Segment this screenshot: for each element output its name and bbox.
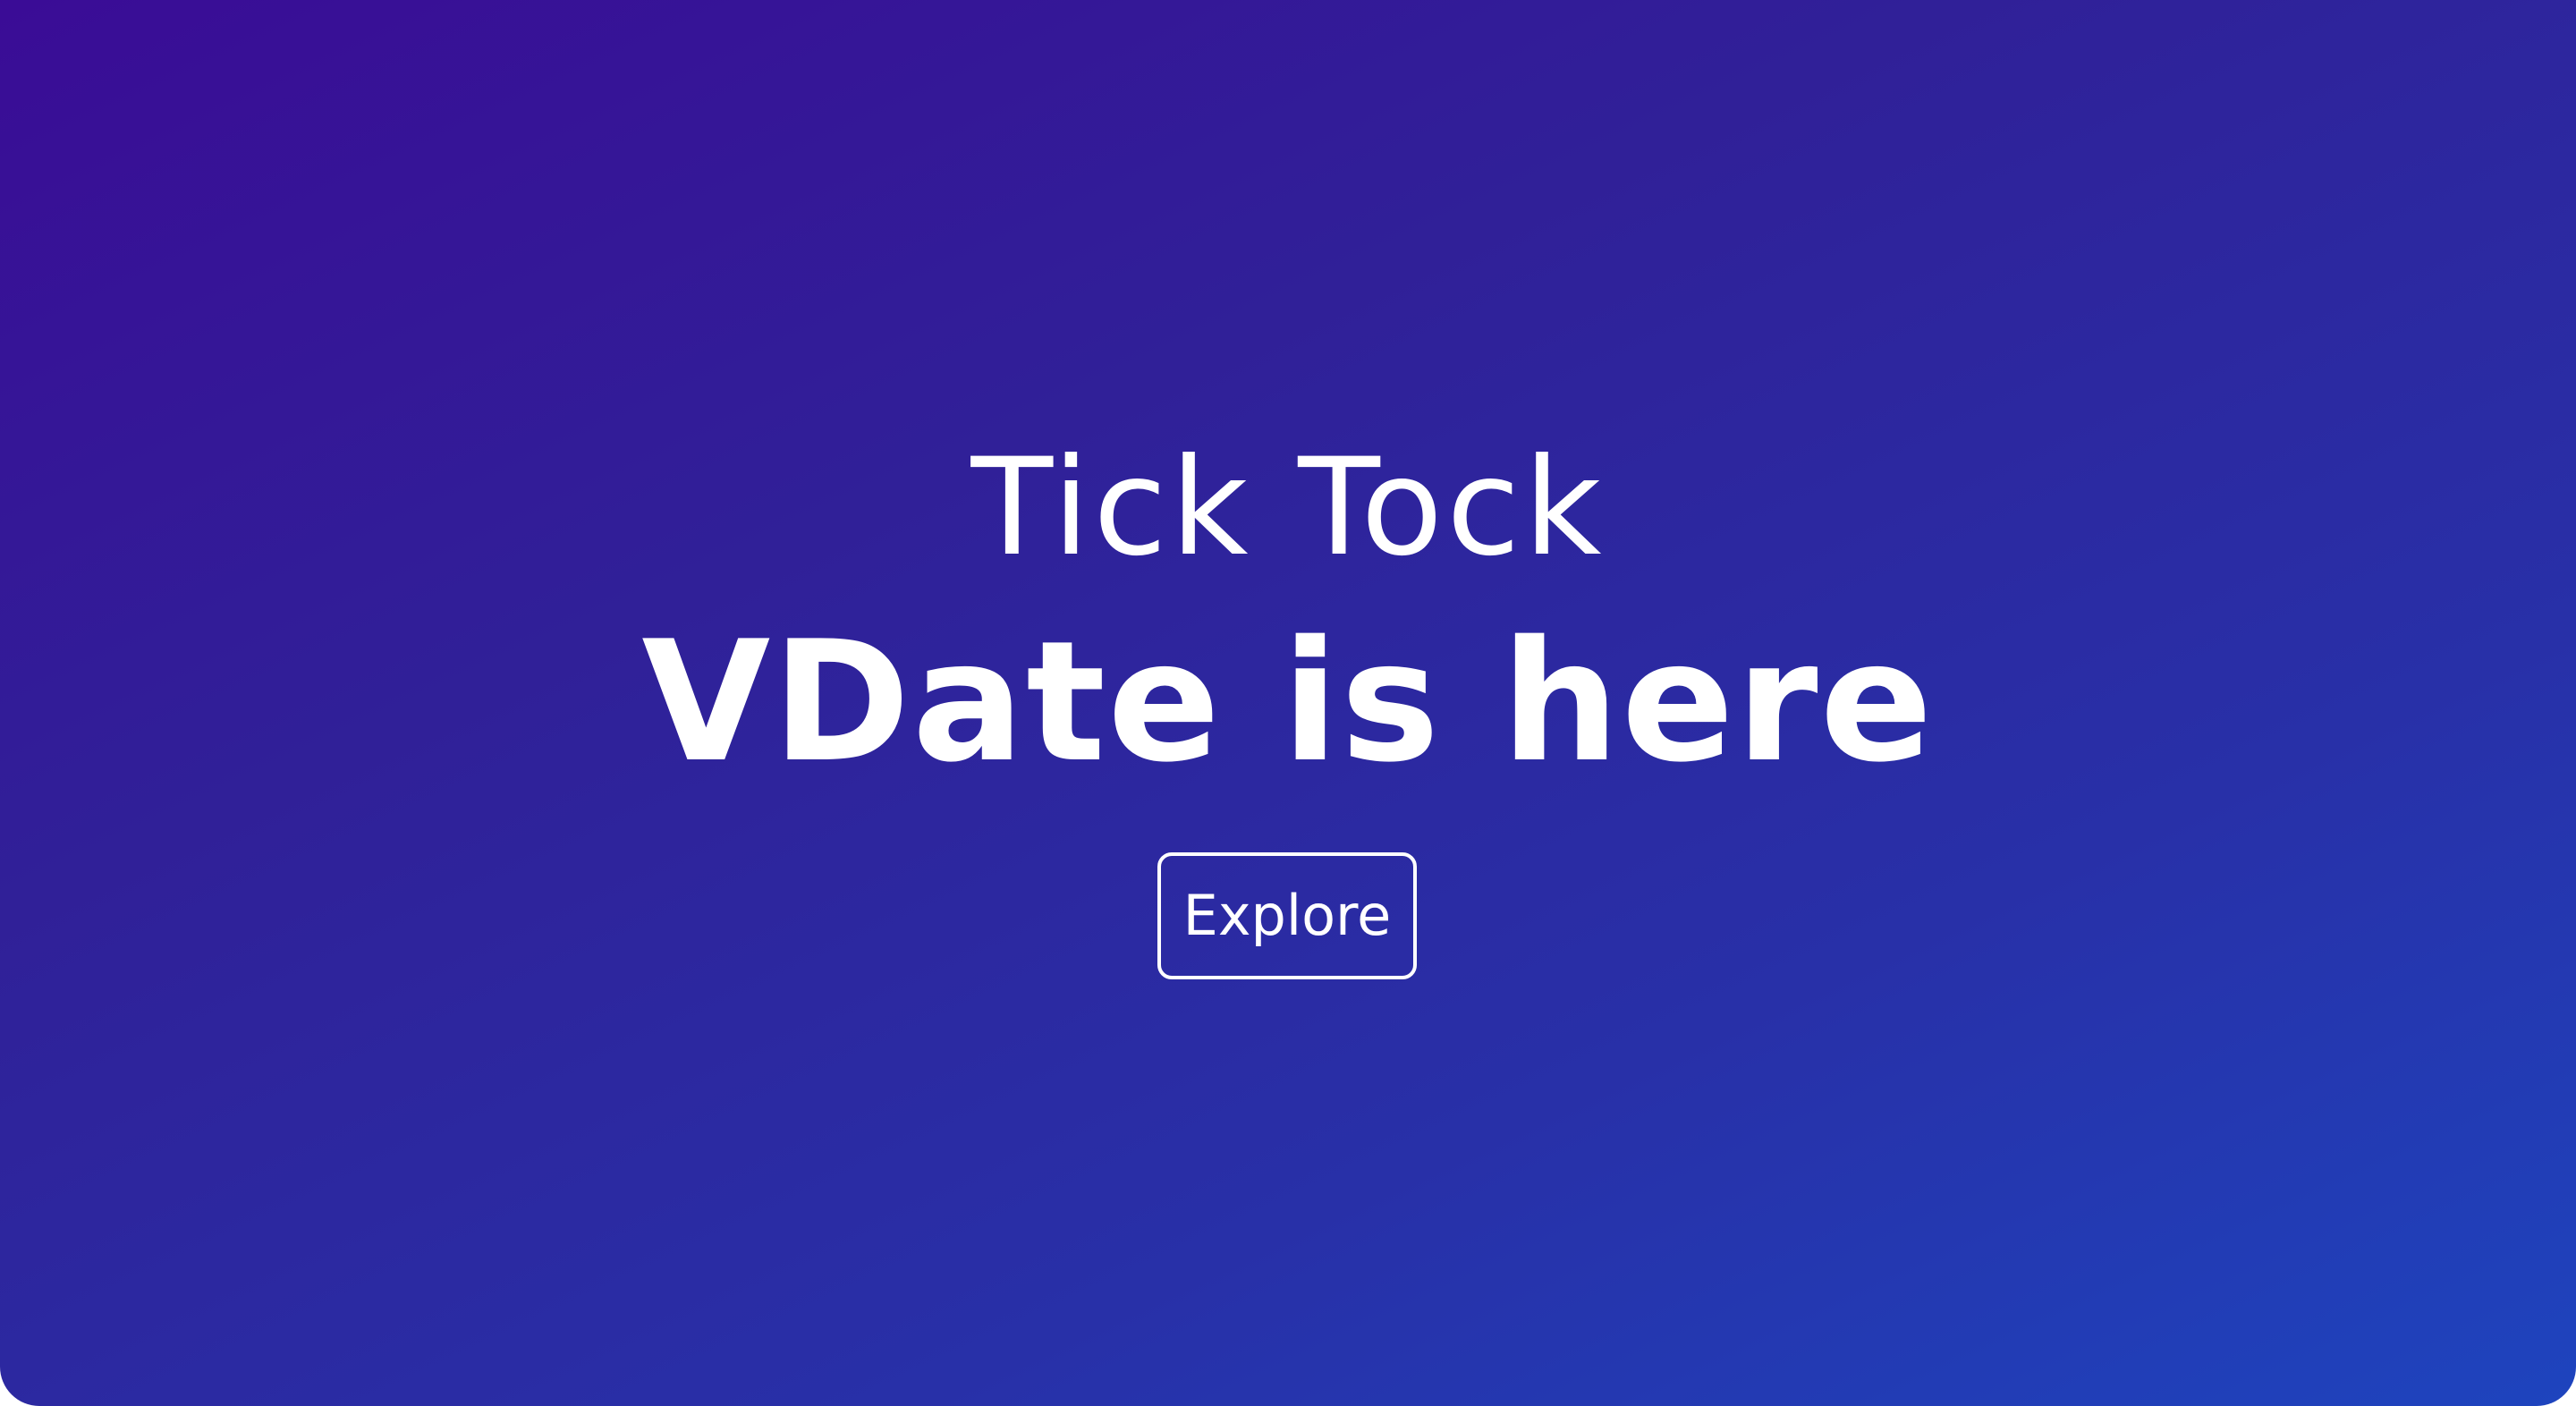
explore-button[interactable]: Explore [1157, 852, 1417, 979]
hero-content: Tick Tock VDate is here Explore [0, 0, 2576, 1406]
hero-eyebrow: Tick Tock [970, 430, 1606, 586]
hero-banner: Tick Tock VDate is here Explore [0, 0, 2576, 1406]
hero-headline: VDate is here [641, 605, 1935, 799]
